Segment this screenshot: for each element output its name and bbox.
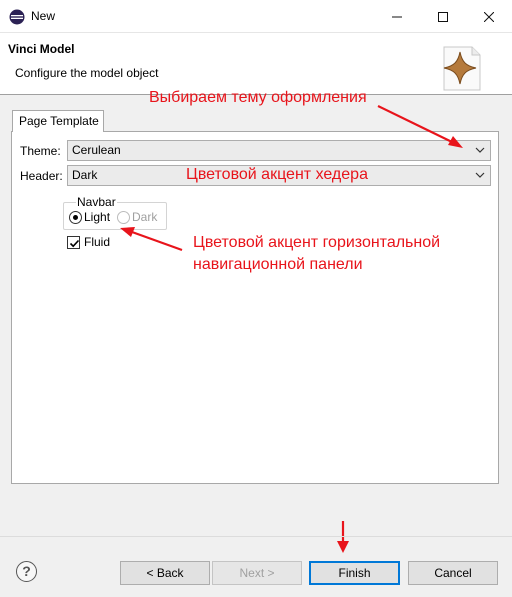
fluid-label: Fluid [84,235,111,249]
wizard-banner: Vinci Model Configure the model object [0,33,512,95]
cancel-button[interactable]: Cancel [408,561,498,585]
wizard-content: Page Template Theme: Cerulean Header: Da… [0,96,512,536]
help-button[interactable]: ? [16,561,37,582]
navbar-dark-label: Dark [132,210,158,224]
header-value: Dark [72,168,98,182]
navbar-group: Navbar Light Dark [63,195,167,230]
next-button[interactable]: Next > [212,561,302,585]
navbar-dark-radio[interactable]: Dark [117,210,157,224]
maximize-button[interactable] [420,0,466,33]
wizard-title: Vinci Model [8,42,75,56]
annotation-navbar-line1: Цветовой акцент горизонтальной [193,234,441,251]
chevron-down-icon [475,172,485,178]
navbar-light-label: Light [84,210,111,224]
back-button[interactable]: < Back [120,561,210,585]
navbar-light-radio[interactable]: Light [69,210,110,224]
maximize-icon [438,11,448,22]
close-button[interactable] [466,0,512,33]
finish-button[interactable]: Finish [309,561,400,585]
minimize-button[interactable] [374,0,420,33]
theme-value: Cerulean [72,143,121,157]
tab-page-template[interactable]: Page Template [12,110,104,132]
close-icon [484,11,494,22]
footer-separator [0,536,512,537]
radio-selected-icon [69,210,82,224]
navbar-legend: Navbar [76,195,117,209]
header-label: Header: [20,169,63,183]
wizard-description: Configure the model object [15,66,159,80]
chevron-down-icon [475,147,485,153]
eclipse-app-icon [9,9,25,25]
theme-dropdown[interactable]: Cerulean [67,140,491,161]
wizard-sparkle-icon [443,46,481,91]
radio-unselected-icon [117,210,130,224]
fluid-checkbox[interactable]: Fluid [67,235,110,249]
checkbox-checked-icon [67,235,80,249]
minimize-icon [392,16,402,17]
window-title: New [31,9,56,23]
theme-label: Theme: [20,144,61,158]
annotation-header: Цветовой акцент хедера [186,166,368,183]
annotation-navbar-line2: навигационной панели [193,256,363,273]
annotation-theme: Выбираем тему оформления [149,89,367,106]
window-titlebar: New [0,0,512,33]
